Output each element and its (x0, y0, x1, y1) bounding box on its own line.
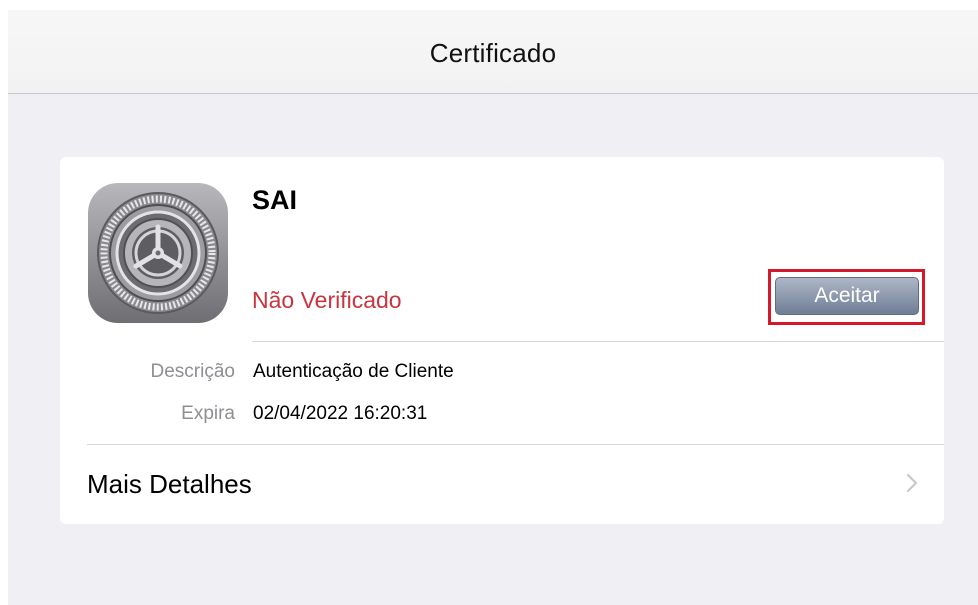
accept-button[interactable]: Aceitar (775, 277, 919, 315)
more-details-label: Mais Detalhes (87, 469, 252, 499)
verification-status: Não Verificado (252, 287, 402, 313)
description-label: Descrição (150, 361, 235, 382)
page-title: Certificado (429, 38, 557, 68)
certificate-name: SAI (252, 185, 298, 215)
more-details-row[interactable]: Mais Detalhes (60, 445, 944, 523)
expires-value: 02/04/2022 16:20:31 (253, 403, 428, 424)
navigation-bar: Certificado (8, 10, 978, 94)
description-value: Autenticação de Cliente (253, 361, 454, 382)
chevron-right-icon (906, 473, 918, 498)
certificate-card: SAI Não Verificado Aceitar Descrição Aut… (60, 157, 944, 524)
expires-label: Expira (181, 403, 235, 424)
header-divider (252, 341, 944, 342)
certificate-screen: Certificado SAI Não Verificado Aceitar D… (8, 10, 978, 605)
settings-gear-icon (88, 183, 228, 323)
